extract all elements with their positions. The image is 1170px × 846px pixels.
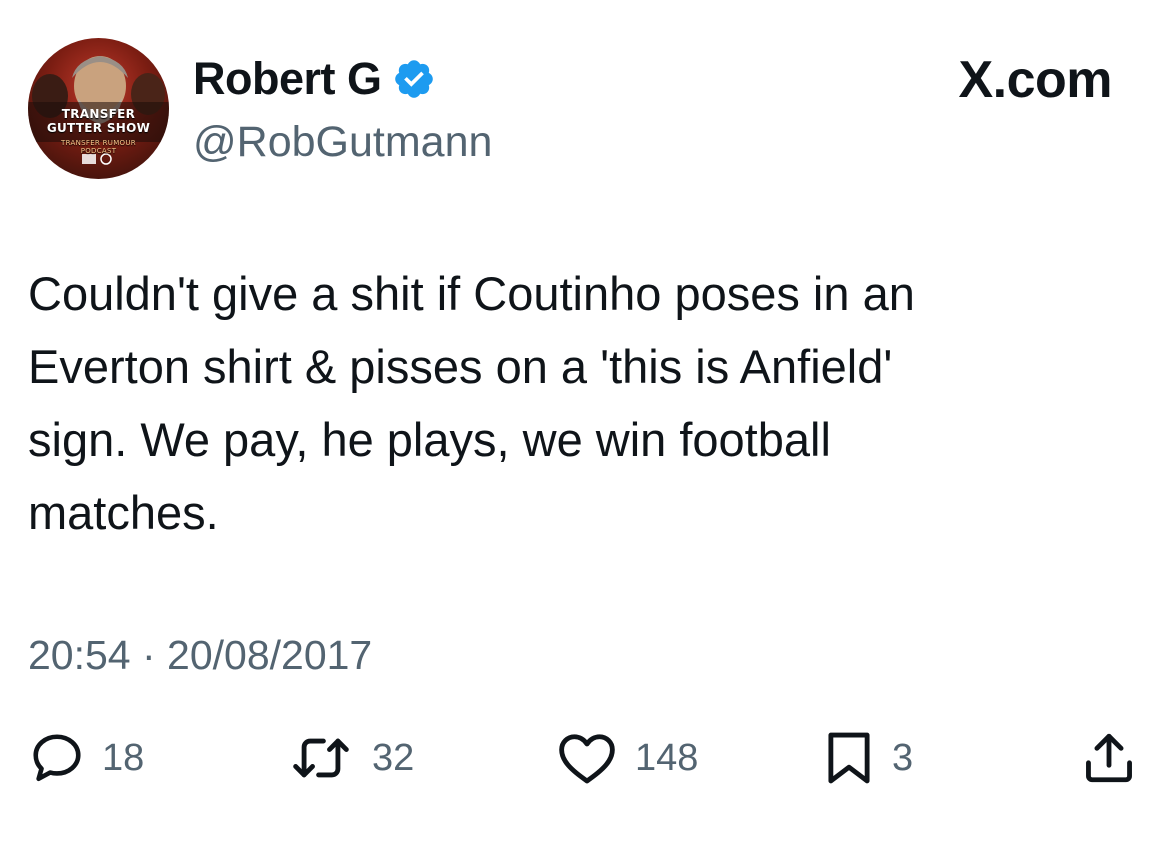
- like-button[interactable]: 148: [555, 728, 698, 788]
- bookmark-button[interactable]: 3: [822, 728, 913, 788]
- avatar-title-line2: GUTTER SHOW: [46, 121, 151, 135]
- repost-icon: [293, 738, 349, 778]
- bookmark-count: 3: [892, 737, 914, 779]
- author-display-name[interactable]: Robert G: [193, 52, 382, 106]
- like-count: 148: [635, 737, 699, 779]
- reply-count: 18: [102, 737, 145, 779]
- avatar-subtitle-line2: PODCAST: [80, 147, 117, 155]
- author-name-row[interactable]: Robert G: [193, 52, 436, 106]
- avatar[interactable]: TRANSFER GUTTER SHOW TRANSFER RUMOUR POD…: [28, 38, 169, 179]
- reply-icon: [33, 734, 81, 782]
- avatar-title-line1: TRANSFER: [61, 107, 136, 121]
- tweet-timestamp[interactable]: 20:54 · 20/08/2017: [28, 630, 372, 680]
- avatar-subtitle-line1: TRANSFER RUMOUR: [61, 139, 136, 147]
- verified-badge-icon[interactable]: [392, 57, 436, 101]
- reply-button[interactable]: 18: [28, 728, 144, 788]
- author-handle[interactable]: @RobGutmann: [193, 116, 492, 168]
- repost-count: 32: [372, 737, 415, 779]
- share-button[interactable]: [1080, 728, 1138, 788]
- action-bar: 18 32 148 3: [0, 728, 1170, 788]
- x-com-logo: X.com: [958, 51, 1112, 109]
- tweet-body: Couldn't give a shit if Coutinho poses i…: [28, 267, 915, 539]
- heart-icon: [559, 734, 615, 784]
- repost-button[interactable]: 32: [286, 728, 414, 788]
- bookmark-icon: [828, 732, 870, 784]
- share-icon: [1086, 733, 1132, 783]
